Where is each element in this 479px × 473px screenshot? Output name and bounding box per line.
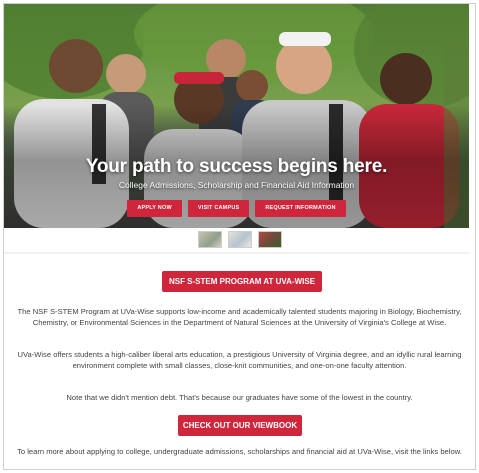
hero-title: Your path to success begins here. bbox=[85, 156, 388, 177]
apply-now-button[interactable]: APPLY NOW bbox=[127, 200, 182, 217]
gallery-thumbnail-2[interactable] bbox=[227, 231, 252, 248]
visit-campus-button[interactable]: VISIT CAMPUS bbox=[187, 200, 250, 217]
hero-banner: Your path to success begins here. Colleg… bbox=[4, 4, 469, 228]
hero-subtitle: College Admissions, Scholarship and Fina… bbox=[118, 180, 355, 190]
gallery-thumbnail-3[interactable] bbox=[257, 231, 282, 248]
request-information-button[interactable]: REQUEST INFORMATION bbox=[255, 200, 346, 217]
gallery-thumbnail-1[interactable] bbox=[197, 231, 222, 248]
section-divider bbox=[4, 252, 469, 254]
program-paragraph-2: UVa-Wise offers students a high-caliber … bbox=[17, 350, 462, 370]
gallery-thumbnails bbox=[0, 231, 479, 248]
nsf-s-stem-program-button[interactable]: NSF S-STEM PROGRAM AT UVA-WISE bbox=[162, 271, 322, 292]
program-paragraph-3: Note that we didn't mention debt. That's… bbox=[66, 393, 413, 402]
hero-overlay bbox=[4, 4, 469, 228]
footer-text: To learn more about applying to college,… bbox=[17, 447, 462, 456]
hero-button-group: APPLY NOW VISIT CAMPUS REQUEST INFORMATI… bbox=[4, 200, 469, 217]
program-paragraph-1: The NSF S-STEM Program at UVa-Wise suppo… bbox=[17, 307, 462, 327]
viewbook-button[interactable]: CHECK OUT OUR VIEWBOOK bbox=[178, 415, 302, 436]
